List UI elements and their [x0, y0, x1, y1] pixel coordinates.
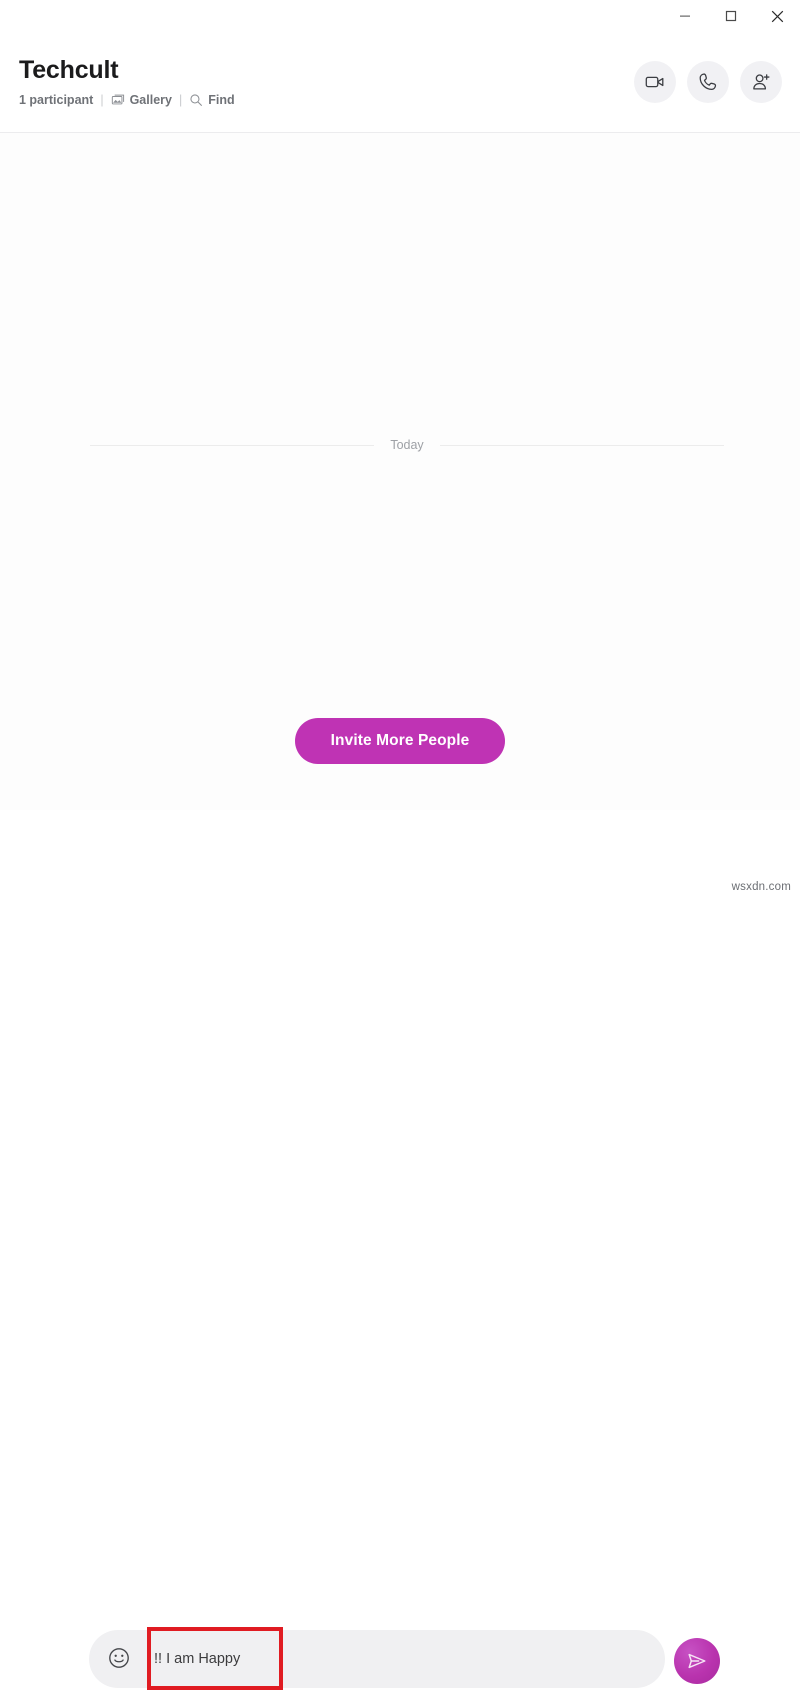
message-input-bar: [89, 1630, 665, 1688]
phone-icon: [697, 71, 719, 93]
find-link[interactable]: Find: [189, 93, 235, 108]
video-call-button[interactable]: [634, 61, 676, 103]
skype-chat-window: Techcult 1 participant | Gallery | Find …: [0, 0, 800, 1690]
meta-separator-2: |: [178, 93, 183, 108]
gallery-icon: [111, 93, 125, 107]
day-divider-label: Today: [390, 438, 424, 452]
day-divider-rule-left: [90, 444, 375, 446]
add-people-button[interactable]: [740, 61, 782, 103]
invite-more-people-container: Invite More People: [0, 718, 800, 764]
conversation-area: Today Invite More People: [0, 133, 800, 810]
add-person-icon: [750, 71, 772, 93]
watermark: wsxdn.com: [731, 881, 791, 893]
search-icon: [189, 93, 203, 107]
message-composer: [0, 810, 800, 1690]
emoji-picker-button[interactable]: [96, 1646, 142, 1673]
chat-header: Techcult 1 participant | Gallery | Find: [0, 32, 800, 133]
message-input[interactable]: [142, 1630, 665, 1688]
send-message-button[interactable]: [674, 1638, 720, 1684]
page-title: Techcult: [19, 55, 119, 84]
chat-subheader: 1 participant | Gallery | Find: [19, 93, 235, 107]
minimize-button[interactable]: [662, 0, 708, 32]
smiley-face-icon: [107, 1646, 131, 1673]
send-paper-plane-icon: [685, 1649, 709, 1673]
title-bar: [0, 0, 800, 32]
participant-count: 1 participant: [19, 93, 94, 108]
maximize-icon: [725, 10, 737, 22]
video-camera-icon: [644, 71, 666, 93]
meta-separator-1: |: [100, 93, 104, 108]
close-icon: [771, 10, 784, 23]
gallery-label: Gallery: [129, 93, 172, 108]
close-button[interactable]: [754, 0, 800, 32]
maximize-button[interactable]: [708, 0, 754, 32]
chat-header-actions: [634, 61, 782, 103]
minimize-icon: [679, 10, 691, 22]
find-label: Find: [208, 93, 235, 108]
audio-call-button[interactable]: [687, 61, 729, 103]
day-divider: Today: [90, 438, 725, 452]
invite-more-people-button[interactable]: Invite More People: [294, 718, 506, 764]
gallery-link[interactable]: Gallery: [111, 93, 172, 107]
day-divider-rule-right: [439, 444, 725, 446]
chat-header-info: Techcult 1 participant | Gallery | Find: [19, 55, 235, 107]
